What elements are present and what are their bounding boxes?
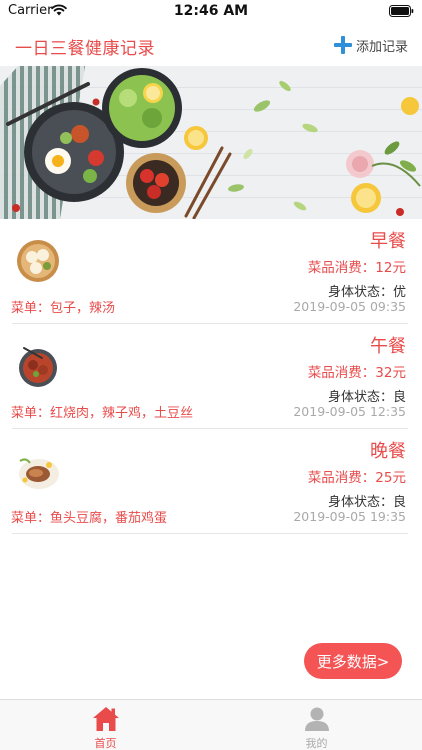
fish-dish-icon	[19, 458, 59, 489]
page-title: 一日三餐健康记录	[15, 39, 155, 59]
status-bar: Carrier 12:46 AM	[0, 0, 422, 24]
meat-bowl-icon	[19, 347, 57, 387]
meal-timestamp: 2019-09-05 09:35	[293, 299, 406, 314]
tab-profile-label: 我的	[305, 737, 328, 750]
home-icon	[92, 707, 119, 731]
meal-timestamp: 2019-09-05 19:35	[293, 509, 406, 524]
body-status: 身体状态：良	[327, 390, 406, 405]
meal-cost: 菜品消费：12元	[307, 260, 406, 276]
battery-icon	[389, 5, 414, 17]
meal-timestamp: 2019-09-05 12:35	[293, 404, 406, 419]
body-status: 身体状态：优	[327, 285, 406, 300]
meal-menu: 菜单：鱼头豆腐，番茄鸡蛋	[11, 511, 168, 526]
nav-bar: 一日三餐健康记录 添加记录	[0, 24, 422, 66]
food-banner-image	[0, 66, 422, 219]
tab-home-label: 首页	[94, 737, 117, 750]
tab-bar: 首页 我的	[0, 699, 422, 750]
meal-list: 早餐 菜品消费：12元 身体状态：优 菜单：包子，辣汤 2019-09-05 0…	[0, 219, 422, 534]
meal-title: 午餐	[370, 336, 406, 357]
meal-title: 晚餐	[370, 441, 406, 462]
clock-time: 12:46 AM	[173, 3, 249, 19]
more-data-button[interactable]: 更多数据>	[304, 643, 402, 679]
profile-icon	[304, 707, 329, 731]
tab-profile[interactable]: 我的	[211, 700, 422, 750]
meal-card-dinner[interactable]: 晚餐 菜品消费：25元 身体状态：良 菜单：鱼头豆腐，番茄鸡蛋 2019-09-…	[0, 429, 422, 534]
body-status: 身体状态：良	[327, 495, 406, 510]
meal-card-lunch[interactable]: 午餐 菜品消费：32元 身体状态：良 菜单：红烧肉，辣子鸡，土豆丝 2019-0…	[0, 324, 422, 429]
plus-icon	[333, 36, 352, 54]
meal-cost: 菜品消费：25元	[307, 470, 406, 486]
meal-card-breakfast[interactable]: 早餐 菜品消费：12元 身体状态：优 菜单：包子，辣汤 2019-09-05 0…	[0, 219, 422, 324]
meal-menu: 菜单：红烧肉，辣子鸡，土豆丝	[11, 406, 194, 421]
buns-plate-icon	[17, 240, 59, 282]
meal-cost: 菜品消费：32元	[307, 365, 406, 381]
tab-home[interactable]: 首页	[0, 700, 211, 750]
meal-title: 早餐	[370, 231, 406, 252]
add-record-label: 添加记录	[355, 39, 408, 55]
add-record-button[interactable]: 添加记录	[333, 34, 408, 56]
meal-menu: 菜单：包子，辣汤	[11, 301, 116, 316]
